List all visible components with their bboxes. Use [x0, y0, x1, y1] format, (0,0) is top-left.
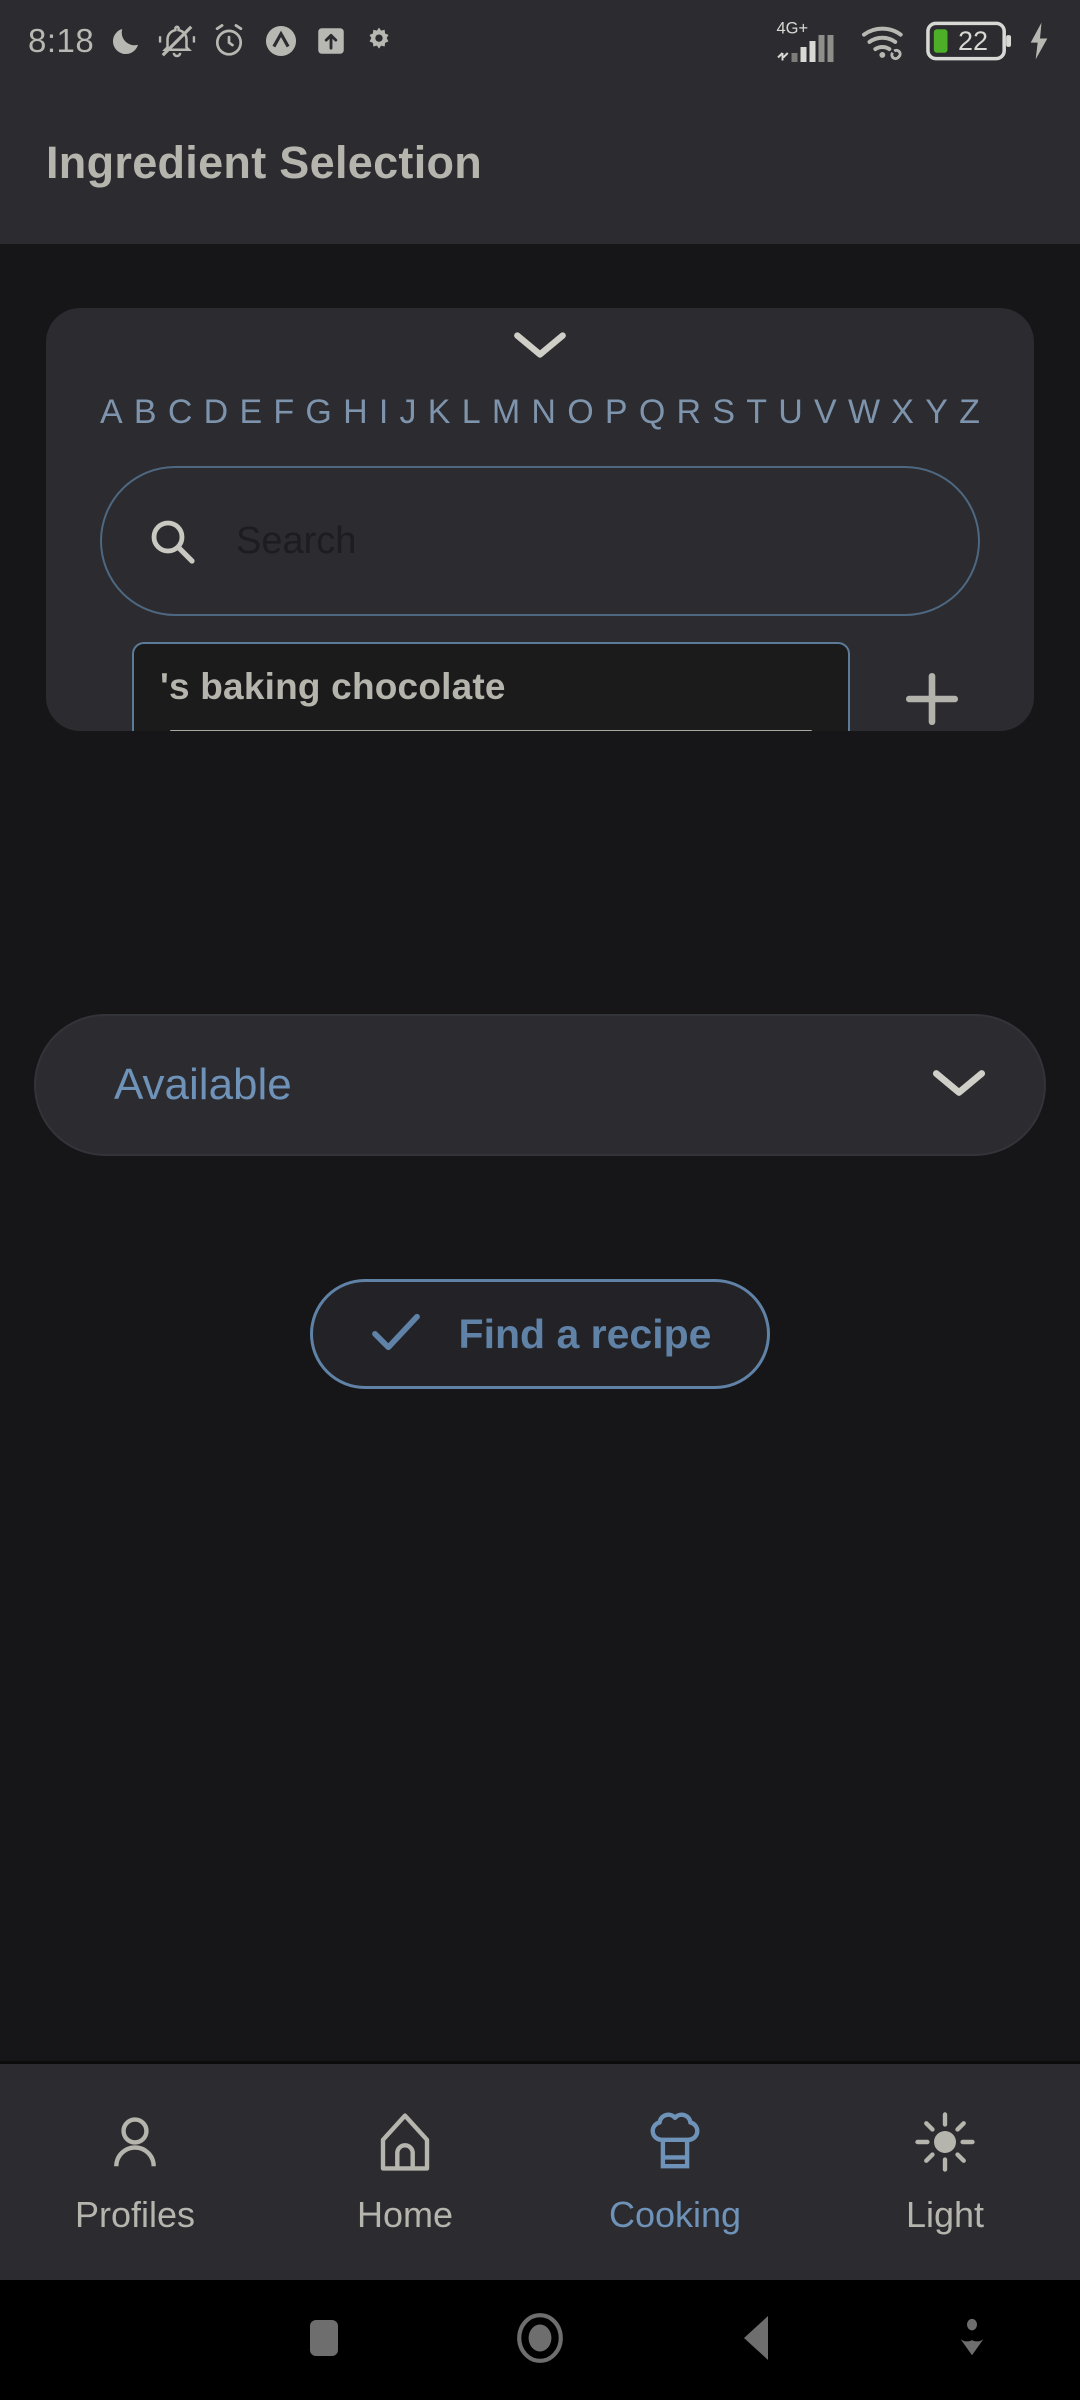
phone-screen: 8:18 4G+ 22 Ingredient Selection A B C D…: [0, 0, 1080, 2400]
bell-muted-icon: [158, 22, 196, 60]
person-icon: [102, 2109, 168, 2180]
recents-button[interactable]: [216, 2314, 432, 2367]
status-bar: 8:18 4G+ 22: [0, 0, 1080, 82]
field-underline: [170, 730, 812, 731]
alpha-letter-s[interactable]: S: [712, 395, 735, 429]
alpha-letter-f[interactable]: F: [273, 395, 294, 429]
alpha-letter-v[interactable]: V: [814, 395, 837, 429]
nav-item-profiles[interactable]: Profiles: [0, 2109, 270, 2236]
alpha-letter-x[interactable]: X: [891, 395, 914, 429]
alpha-letter-p[interactable]: P: [605, 395, 628, 429]
alpha-letter-u[interactable]: U: [778, 395, 803, 429]
battery-icon: 22: [926, 19, 1012, 63]
alpha-letter-h[interactable]: H: [343, 395, 368, 429]
find-recipe-button[interactable]: Find a recipe: [309, 1279, 771, 1389]
nav-label-light: Light: [905, 2193, 985, 2235]
sun-icon: [912, 2109, 978, 2180]
find-recipe-wrap: Find a recipe: [0, 1279, 1080, 1389]
nav-label-home: Home: [356, 2193, 454, 2235]
alpha-letter-k[interactable]: K: [428, 395, 451, 429]
alpha-letter-z[interactable]: Z: [959, 395, 980, 429]
chevron-down-icon: [511, 328, 569, 367]
alpha-letter-m[interactable]: M: [492, 395, 520, 429]
nav-label-cooking: Cooking: [608, 2193, 742, 2235]
keyboard-hide-button[interactable]: [864, 2315, 1080, 2366]
alpha-letter-y[interactable]: Y: [925, 395, 948, 429]
wifi-icon: [860, 19, 912, 63]
gear-icon: [362, 24, 396, 58]
vpn-circle-icon: [262, 22, 300, 60]
alpha-letter-d[interactable]: D: [204, 395, 229, 429]
plus-icon: [901, 668, 963, 732]
home-icon: [372, 2109, 438, 2180]
alpha-letter-g[interactable]: G: [305, 395, 331, 429]
upload-arrow-icon: [314, 24, 348, 58]
alpha-letter-b[interactable]: B: [134, 395, 157, 429]
alpha-letter-t[interactable]: T: [746, 395, 767, 429]
page-title: Ingredient Selection: [46, 137, 483, 188]
svg-text:4G+: 4G+: [777, 20, 809, 38]
ingredient-label: 's baking chocolate: [160, 666, 506, 707]
chef-hat-icon: [642, 2109, 708, 2180]
battery-percent-label: 22: [958, 26, 989, 56]
square-icon: [304, 2314, 344, 2367]
status-bar-right: 4G+ 22: [776, 17, 1052, 65]
alpha-letter-j[interactable]: J: [400, 395, 417, 429]
triangle-left-icon: [735, 2312, 777, 2369]
search-icon: [146, 515, 198, 567]
check-icon: [369, 1311, 423, 1358]
nav-item-home[interactable]: Home: [270, 2109, 540, 2236]
circle-icon: [513, 2311, 567, 2370]
collapse-card-button[interactable]: [46, 308, 1034, 386]
alphabet-index[interactable]: A B C D E F G H I J K L M N O P Q R S T: [46, 386, 1034, 438]
find-recipe-label: Find a recipe: [458, 1310, 712, 1357]
back-button[interactable]: [648, 2312, 864, 2369]
signal-bars-icon: 4G+: [776, 17, 846, 65]
alarm-clock-icon: [210, 22, 248, 60]
app-title-bar: Ingredient Selection: [0, 82, 1080, 244]
alpha-letter-n[interactable]: N: [531, 395, 556, 429]
availability-dropdown[interactable]: Available: [34, 1014, 1046, 1156]
add-ingredient-button[interactable]: [884, 653, 980, 731]
availability-value: Available: [114, 1060, 292, 1109]
status-bar-left: 8:18: [28, 22, 396, 60]
system-navigation-bar: [0, 2280, 1080, 2400]
ingredient-row[interactable]: 's baking chocolate: [46, 642, 1034, 731]
page-content: A B C D E F G H I J K L M N O P Q R S T: [0, 244, 1080, 2061]
alpha-letter-c[interactable]: C: [168, 395, 193, 429]
ingredient-name-field[interactable]: 's baking chocolate: [132, 642, 850, 731]
chevron-down-icon: [930, 1066, 988, 1105]
chevron-down-small-icon: [954, 2315, 990, 2366]
nav-label-profiles: Profiles: [74, 2193, 196, 2235]
moon-icon: [108, 23, 144, 59]
home-button[interactable]: [432, 2311, 648, 2370]
alpha-letter-e[interactable]: E: [239, 395, 262, 429]
alpha-letter-l[interactable]: L: [462, 395, 481, 429]
nav-item-light[interactable]: Light: [810, 2109, 1080, 2236]
nav-item-cooking[interactable]: Cooking: [540, 2109, 810, 2236]
alpha-letter-w[interactable]: W: [848, 395, 880, 429]
ingredient-list: 's baking chocolate 's: [46, 642, 1034, 731]
bottom-navigation: Profiles Home Cooking Light: [0, 2061, 1080, 2280]
search-input[interactable]: Search: [236, 520, 356, 563]
alpha-letter-a[interactable]: A: [100, 395, 123, 429]
search-field[interactable]: Search: [100, 466, 980, 616]
alpha-letter-r[interactable]: R: [677, 395, 702, 429]
alpha-letter-q[interactable]: Q: [639, 395, 665, 429]
alpha-letter-i[interactable]: I: [379, 395, 388, 429]
ingredient-picker-card: A B C D E F G H I J K L M N O P Q R S T: [46, 308, 1034, 731]
charging-bolt-icon: [1026, 21, 1052, 61]
alpha-letter-o[interactable]: O: [567, 395, 593, 429]
status-time: 8:18: [28, 22, 95, 59]
